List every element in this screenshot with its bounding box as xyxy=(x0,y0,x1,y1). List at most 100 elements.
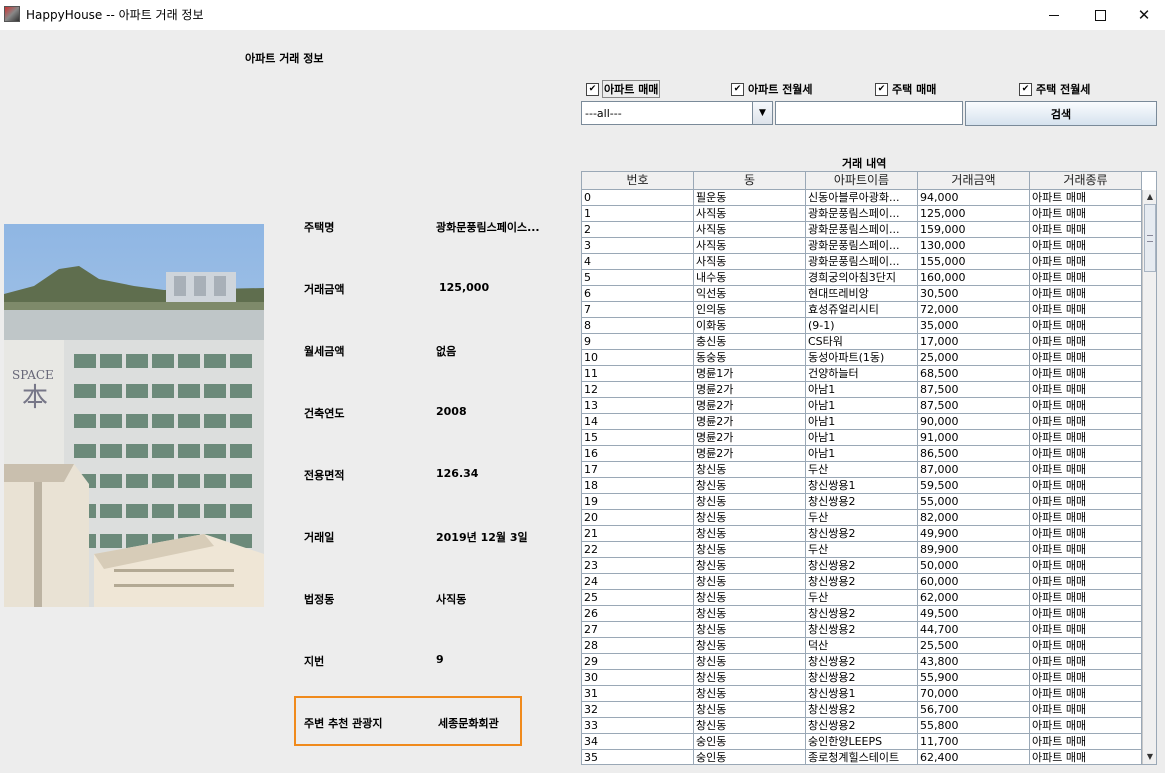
table-row[interactable]: 16 명륜2가 아남1 86,500 아파트 매매 xyxy=(582,446,1142,462)
table-cell: 70,000 xyxy=(918,686,1030,701)
recommended-attraction-value: 세종문화회관 xyxy=(438,717,499,730)
table-cell: 광화문풍림스페이... xyxy=(806,254,918,269)
minimize-button[interactable] xyxy=(1031,0,1077,30)
table-row[interactable]: 8 이화동 (9-1) 35,000 아파트 매매 xyxy=(582,318,1142,334)
table-cell: 아파트 매매 xyxy=(1030,638,1142,653)
search-button[interactable]: 검색 xyxy=(965,101,1157,126)
lot-number-label: 지번 xyxy=(304,655,325,668)
table-cell: 5 xyxy=(582,270,694,285)
table-cell: 11,700 xyxy=(918,734,1030,749)
table-row[interactable]: 32 창신동 창신쌍용2 56,700 아파트 매매 xyxy=(582,702,1142,718)
search-input[interactable] xyxy=(775,101,963,125)
legal-dong-value: 사직동 xyxy=(436,593,467,606)
table-cell: 34 xyxy=(582,734,694,749)
column-header[interactable]: 동 xyxy=(694,172,806,189)
table-cell: 창신동 xyxy=(694,606,806,621)
app-icon xyxy=(4,6,20,22)
close-button[interactable]: ✕ xyxy=(1121,0,1165,30)
table-row[interactable]: 15 명륜2가 아남1 91,000 아파트 매매 xyxy=(582,430,1142,446)
table-cell: 아파트 매매 xyxy=(1030,494,1142,509)
scroll-up-icon[interactable]: ▲ xyxy=(1143,190,1156,204)
checkbox-house-rent[interactable]: ✔ 주택 전월세 xyxy=(1019,81,1090,97)
region-combo[interactable]: ---all--- ▼ xyxy=(581,101,773,125)
table-cell: 아파트 매매 xyxy=(1030,206,1142,221)
table-cell: 건양하늘터 xyxy=(806,366,918,381)
table-row[interactable]: 2 사직동 광화문풍림스페이... 159,000 아파트 매매 xyxy=(582,222,1142,238)
table-row[interactable]: 4 사직동 광화문풍림스페이... 155,000 아파트 매매 xyxy=(582,254,1142,270)
table-cell: 아파트 매매 xyxy=(1030,446,1142,461)
table-row[interactable]: 1 사직동 광화문풍림스페이... 125,000 아파트 매매 xyxy=(582,206,1142,222)
table-row[interactable]: 10 동숭동 동성아파트(1동) 25,000 아파트 매매 xyxy=(582,350,1142,366)
table-row[interactable]: 11 명륜1가 건양하늘터 68,500 아파트 매매 xyxy=(582,366,1142,382)
table-row[interactable]: 18 창신동 창신쌍용1 59,500 아파트 매매 xyxy=(582,478,1142,494)
column-header[interactable]: 아파트이름 xyxy=(806,172,918,189)
vertical-scrollbar[interactable]: ▲ ▼ xyxy=(1142,190,1156,764)
checkbox-check-icon: ✔ xyxy=(875,82,888,96)
table-cell: 33 xyxy=(582,718,694,733)
table-cell: 아파트 매매 xyxy=(1030,366,1142,381)
column-header[interactable]: 거래금액 xyxy=(918,172,1030,189)
table-row[interactable]: 9 충신동 CS타워 17,000 아파트 매매 xyxy=(582,334,1142,350)
recommended-attraction-label: 주변 추천 관광지 xyxy=(304,717,383,730)
table-cell: 익선동 xyxy=(694,286,806,301)
table-row[interactable]: 22 창신동 두산 89,900 아파트 매매 xyxy=(582,542,1142,558)
combo-value: ---all--- xyxy=(585,107,622,120)
table-cell: 아파트 매매 xyxy=(1030,558,1142,573)
table-cell: 아파트 매매 xyxy=(1030,398,1142,413)
chevron-down-icon[interactable]: ▼ xyxy=(752,102,772,124)
table-row[interactable]: 13 명륜2가 아남1 87,500 아파트 매매 xyxy=(582,398,1142,414)
table-row[interactable]: 0 필운동 신동아블루아광화... 94,000 아파트 매매 xyxy=(582,190,1142,206)
rent-amount-value: 없음 xyxy=(436,345,457,358)
table-row[interactable]: 21 창신동 창신쌍용2 49,900 아파트 매매 xyxy=(582,526,1142,542)
table-cell: 72,000 xyxy=(918,302,1030,317)
checkbox-house-sale[interactable]: ✔ 주택 매매 xyxy=(875,81,936,97)
table-row[interactable]: 5 내수동 경희궁의아침3단지 160,000 아파트 매매 xyxy=(582,270,1142,286)
column-header[interactable]: 거래종류 xyxy=(1030,172,1142,189)
column-header[interactable]: 번호 xyxy=(582,172,694,189)
table-cell: 아파트 매매 xyxy=(1030,542,1142,557)
scroll-thumb[interactable] xyxy=(1144,204,1156,272)
checkbox-apt-rent[interactable]: ✔ 아파트 전월세 xyxy=(731,81,813,97)
table-cell: 26 xyxy=(582,606,694,621)
table-cell: 14 xyxy=(582,414,694,429)
table-row[interactable]: 20 창신동 두산 82,000 아파트 매매 xyxy=(582,510,1142,526)
table-cell: 사직동 xyxy=(694,254,806,269)
checkbox-apt-sale[interactable]: ✔ 아파트 매매 xyxy=(586,80,661,98)
table-row[interactable]: 26 창신동 창신쌍용2 49,500 아파트 매매 xyxy=(582,606,1142,622)
table-cell: 동성아파트(1동) xyxy=(806,350,918,365)
table-row[interactable]: 23 창신동 창신쌍용2 50,000 아파트 매매 xyxy=(582,558,1142,574)
table-row[interactable]: 12 명륜2가 아남1 87,500 아파트 매매 xyxy=(582,382,1142,398)
table-row[interactable]: 29 창신동 창신쌍용2 43,800 아파트 매매 xyxy=(582,654,1142,670)
table-cell: 59,500 xyxy=(918,478,1030,493)
table-cell: 숭인한양LEEPS xyxy=(806,734,918,749)
table-row[interactable]: 14 명륜2가 아남1 90,000 아파트 매매 xyxy=(582,414,1142,430)
table-row[interactable]: 6 익선동 현대뜨레비앙 30,500 아파트 매매 xyxy=(582,286,1142,302)
checkbox-label: 주택 매매 xyxy=(892,83,937,96)
table-row[interactable]: 35 숭인동 종로청계힐스테이트 62,400 아파트 매매 xyxy=(582,750,1142,764)
table-row[interactable]: 27 창신동 창신쌍용2 44,700 아파트 매매 xyxy=(582,622,1142,638)
maximize-button[interactable] xyxy=(1077,0,1123,30)
table-row[interactable]: 30 창신동 창신쌍용2 55,900 아파트 매매 xyxy=(582,670,1142,686)
table-row[interactable]: 33 창신동 창신쌍용2 55,800 아파트 매매 xyxy=(582,718,1142,734)
scroll-down-icon[interactable]: ▼ xyxy=(1143,750,1156,764)
table-cell: 56,700 xyxy=(918,702,1030,717)
table-cell: 28 xyxy=(582,638,694,653)
table-cell: 창신동 xyxy=(694,686,806,701)
table-row[interactable]: 34 숭인동 숭인한양LEEPS 11,700 아파트 매매 xyxy=(582,734,1142,750)
table-row[interactable]: 24 창신동 창신쌍용2 60,000 아파트 매매 xyxy=(582,574,1142,590)
table-cell: 창신동 xyxy=(694,590,806,605)
table-cell: 4 xyxy=(582,254,694,269)
table-row[interactable]: 3 사직동 광화문풍림스페이... 130,000 아파트 매매 xyxy=(582,238,1142,254)
table-row[interactable]: 28 창신동 덕산 25,500 아파트 매매 xyxy=(582,638,1142,654)
table-cell: 62,000 xyxy=(918,590,1030,605)
checkbox-check-icon: ✔ xyxy=(586,82,599,96)
table-row[interactable]: 25 창신동 두산 62,000 아파트 매매 xyxy=(582,590,1142,606)
table-row[interactable]: 7 인의동 효성쥬얼리시티 72,000 아파트 매매 xyxy=(582,302,1142,318)
table-cell: 현대뜨레비앙 xyxy=(806,286,918,301)
legal-dong-label: 법정동 xyxy=(304,593,335,606)
table-row[interactable]: 31 창신동 창신쌍용1 70,000 아파트 매매 xyxy=(582,686,1142,702)
table-cell: 159,000 xyxy=(918,222,1030,237)
table-row[interactable]: 19 창신동 창신쌍용2 55,000 아파트 매매 xyxy=(582,494,1142,510)
table-cell: 광화문풍림스페이... xyxy=(806,222,918,237)
table-row[interactable]: 17 창신동 두산 87,000 아파트 매매 xyxy=(582,462,1142,478)
